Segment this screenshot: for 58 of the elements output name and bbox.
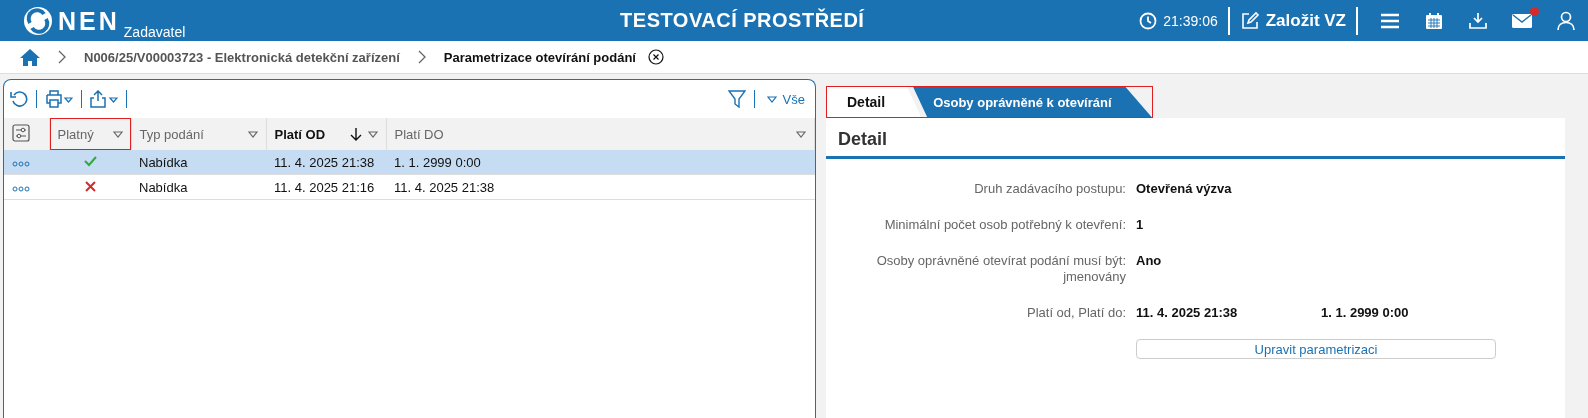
field-label: Minimální počet osob potřebný k otevření: — [883, 217, 1126, 233]
environment-title: TESTOVACÍ PROSTŘEDÍ — [619, 9, 866, 32]
breadcrumb-link[interactable]: N006/25/V00003723 - Elektronická detekční zařízení — [84, 49, 400, 65]
column-settings-icon[interactable] — [12, 123, 30, 142]
caret-icon[interactable] — [112, 130, 123, 138]
chevron-icon — [58, 50, 66, 64]
chevron-icon — [417, 50, 426, 64]
user-icon[interactable] — [1557, 10, 1575, 31]
sort-arrow-icon — [349, 127, 362, 141]
field-value: Ano — [1136, 253, 1163, 270]
column-header[interactable]: Platí OD — [266, 118, 386, 150]
tab[interactable]: Detail — [827, 87, 922, 117]
create-button[interactable]: Založit VZ — [1239, 10, 1346, 31]
share-icon[interactable] — [90, 90, 118, 108]
table-row[interactable]: Nabídka 11. 4. 2025 21:38 1. 1. 2999 0:00 — [4, 150, 815, 175]
clock-icon — [1139, 11, 1158, 30]
edit-parameters-button[interactable]: Upravit parametrizaci — [1136, 339, 1496, 359]
clock-time: 21:39:06 — [1163, 12, 1218, 29]
column-header[interactable]: Platný — [49, 118, 131, 150]
table-cell: 11. 4. 2025 21:38 — [386, 174, 815, 200]
caret-icon[interactable] — [796, 130, 806, 138]
field-value: 1. 1. 2999 0:00 — [1321, 305, 1410, 321]
field-label: Druh zadávacího postupu: — [973, 181, 1126, 197]
table-cell: 11. 4. 2025 21:38 — [266, 150, 386, 175]
column-header[interactable]: Platí DO — [386, 118, 815, 150]
refresh-icon[interactable] — [10, 90, 28, 108]
tab[interactable]: Osoby oprávněné k otevírání — [913, 87, 1152, 117]
caret-icon[interactable] — [247, 130, 258, 138]
logo-icon — [22, 4, 54, 37]
menu-icon[interactable] — [1380, 11, 1400, 30]
section-heading: Detail — [826, 118, 1565, 159]
print-icon[interactable] — [45, 90, 73, 108]
close-icon[interactable] — [648, 49, 664, 65]
calendar-icon[interactable] — [1425, 11, 1443, 30]
table-cell: Nabídka — [131, 174, 266, 200]
row-menu-icon[interactable] — [12, 185, 30, 192]
table-cell: 1. 1. 2999 0:00 — [386, 150, 815, 175]
table-row[interactable]: Nabídka 11. 4. 2025 21:16 11. 4. 2025 21:38 — [4, 174, 815, 200]
caret-icon — [766, 95, 777, 103]
field-label: Platí od, Platí do: — [1026, 305, 1126, 321]
edit-icon — [1239, 10, 1260, 31]
brand-subtitle: Zadavatel — [123, 25, 186, 39]
row-menu-icon[interactable] — [12, 160, 30, 167]
brand-name: NEN — [58, 6, 120, 35]
field-value: 11. 4. 2025 21:38 — [1136, 305, 1239, 321]
mail-icon[interactable] — [1512, 12, 1532, 29]
table-cell: 11. 4. 2025 21:16 — [266, 174, 386, 200]
table-cell: Nabídka — [131, 150, 266, 175]
filter-icon[interactable] — [727, 90, 746, 108]
breadcrumb-link[interactable]: Parametrizace otevírání podání — [443, 49, 636, 65]
field-value: Otevřená výzva — [1136, 181, 1233, 197]
column-header[interactable]: Typ podání — [131, 118, 266, 150]
filter-dropdown[interactable]: Vše — [762, 91, 809, 107]
field-value: 1 — [1136, 217, 1145, 233]
home-icon[interactable] — [20, 48, 40, 66]
download-icon[interactable] — [1469, 11, 1487, 30]
caret-icon[interactable] — [367, 130, 378, 138]
field-label: Osoby oprávněné otevírat podání musí být: jmenovány — [875, 253, 1126, 285]
